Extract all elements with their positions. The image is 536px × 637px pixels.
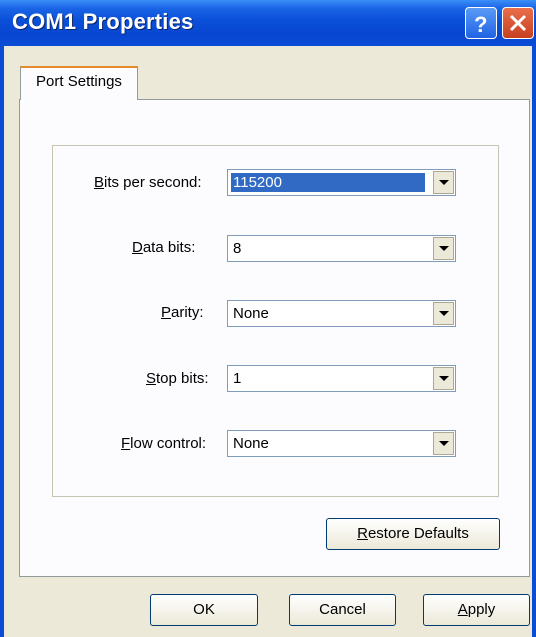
data-bits-value: 8 (233, 240, 242, 257)
stop-bits-dropdown-button[interactable] (433, 367, 454, 390)
help-icon: ? (474, 12, 487, 37)
chevron-down-icon (439, 311, 449, 316)
chevron-down-icon (439, 441, 449, 446)
parity-value: None (233, 305, 269, 322)
data-bits-select[interactable]: 8 (227, 235, 456, 262)
bits-per-second-value: 115200 (231, 173, 425, 192)
bits-per-second-select[interactable]: 115200 (227, 169, 456, 196)
stop-bits-label: Stop bits: (146, 370, 209, 387)
window-border-left (0, 46, 4, 637)
data-bits-dropdown-button[interactable] (433, 237, 454, 260)
flow-control-select[interactable]: None (227, 430, 456, 457)
parity-dropdown-button[interactable] (433, 302, 454, 325)
flow-control-dropdown-button[interactable] (433, 432, 454, 455)
apply-button[interactable]: Apply (423, 594, 530, 626)
window-title: COM1 Properties (12, 9, 194, 34)
close-button[interactable] (502, 7, 534, 39)
help-button[interactable]: ? (465, 7, 497, 39)
stop-bits-select[interactable]: 1 (227, 365, 456, 392)
tab-port-settings[interactable]: Port Settings (20, 66, 138, 100)
bits-per-second-dropdown-button[interactable] (433, 171, 454, 194)
flow-control-value: None (233, 435, 269, 452)
stop-bits-value: 1 (233, 370, 242, 387)
cancel-button[interactable]: Cancel (289, 594, 396, 626)
flow-control-label: Flow control: (121, 435, 207, 452)
parity-label: Parity: (161, 304, 204, 321)
dialog-window: COM1 Properties ? Port Settings Bits per… (0, 0, 536, 637)
restore-defaults-button[interactable]: Restore Defaults (326, 518, 500, 550)
parity-select[interactable]: None (227, 300, 456, 327)
bits-per-second-label: Bits per second: (94, 174, 202, 191)
ok-button[interactable]: OK (150, 594, 258, 626)
window-border-right (532, 46, 536, 637)
data-bits-label: Data bits: (132, 239, 196, 256)
chevron-down-icon (439, 180, 449, 185)
close-icon (509, 14, 527, 32)
chevron-down-icon (439, 376, 449, 381)
svg-text:?: ? (474, 12, 487, 37)
tab-label: Port Settings (36, 73, 122, 90)
chevron-down-icon (439, 246, 449, 251)
title-bar[interactable]: COM1 Properties ? (0, 0, 536, 46)
